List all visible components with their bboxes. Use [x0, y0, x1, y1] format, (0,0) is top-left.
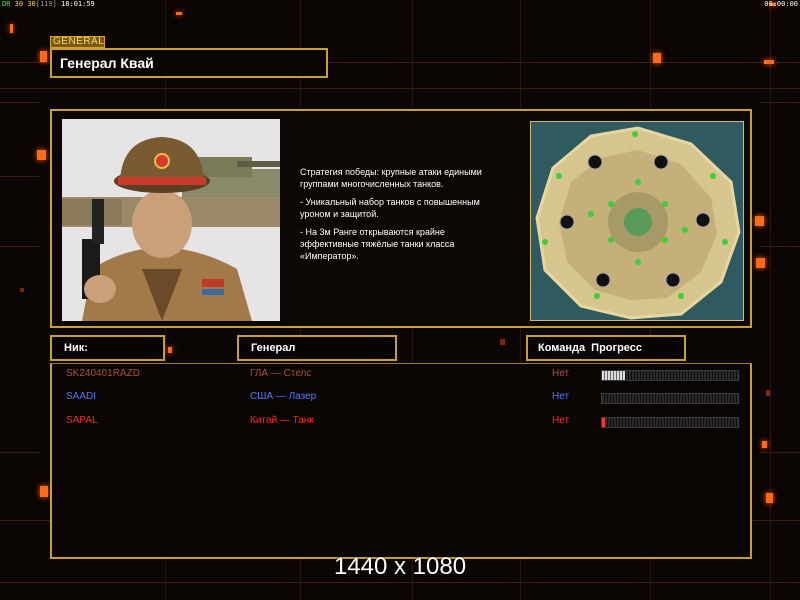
status-seg-3: 30: [27, 0, 36, 8]
player-nick: SAPAL: [66, 415, 98, 426]
status-timer: 00:00:00: [764, 0, 798, 8]
map-preview[interactable]: [530, 121, 744, 321]
general-portrait: [62, 119, 280, 321]
column-general: Генерал: [237, 335, 397, 361]
player-progress-bar: [601, 393, 739, 404]
status-seg-2: 30: [14, 0, 24, 8]
player-progress-bar: [601, 417, 739, 428]
general-description: Стратегия победы: крупные атаки едиными …: [300, 166, 530, 268]
column-team: Команда: [538, 342, 586, 354]
general-name: Генерал Квай: [50, 48, 328, 78]
player-general: Китай — Танк: [250, 415, 314, 426]
players-panel: SK240401RAZD ГЛА — Стелс Нет SAADI США —…: [50, 363, 752, 559]
status-bar: DR 30 30[119] 18:01:59 00:00:00: [0, 0, 800, 9]
column-nick: Ник:: [50, 335, 165, 361]
column-progress: Прогресс: [591, 342, 643, 354]
status-seg-4: [119]: [35, 0, 57, 8]
player-progress-fill: [602, 418, 605, 427]
player-nick: SAADI: [66, 391, 97, 402]
player-general: ГЛА — Стелс: [250, 368, 312, 379]
player-progress-fill: [602, 371, 626, 380]
player-progress-bar: [601, 370, 739, 381]
column-team-progress: Команда Прогресс: [526, 335, 686, 361]
description-line-2: - Уникальный набор танков с повышенным у…: [300, 197, 480, 219]
player-row: SK240401RAZD ГЛА — Стелс Нет: [52, 366, 752, 382]
general-tag: GENERAL: [50, 36, 105, 48]
player-team: Нет: [552, 415, 570, 426]
status-seg-1: DR: [2, 0, 11, 8]
description-line-3: - На 3м Ранге открываются крайне эффекти…: [300, 227, 455, 261]
player-general: США — Лазер: [250, 391, 317, 402]
general-info-panel: Стратегия победы: крупные атаки едиными …: [50, 109, 752, 328]
player-row: SAADI США — Лазер Нет: [52, 389, 752, 405]
resolution-label: 1440 x 1080: [333, 553, 467, 580]
player-team: Нет: [552, 368, 570, 379]
player-nick: SK240401RAZD: [66, 368, 140, 379]
description-line-1: Стратегия победы: крупные атаки едиными …: [300, 167, 482, 189]
player-team: Нет: [552, 391, 570, 402]
status-clock: 18:01:59: [61, 0, 95, 8]
player-row: SAPAL Китай — Танк Нет: [52, 413, 752, 429]
status-left: DR 30 30[119] 18:01:59: [2, 0, 95, 9]
